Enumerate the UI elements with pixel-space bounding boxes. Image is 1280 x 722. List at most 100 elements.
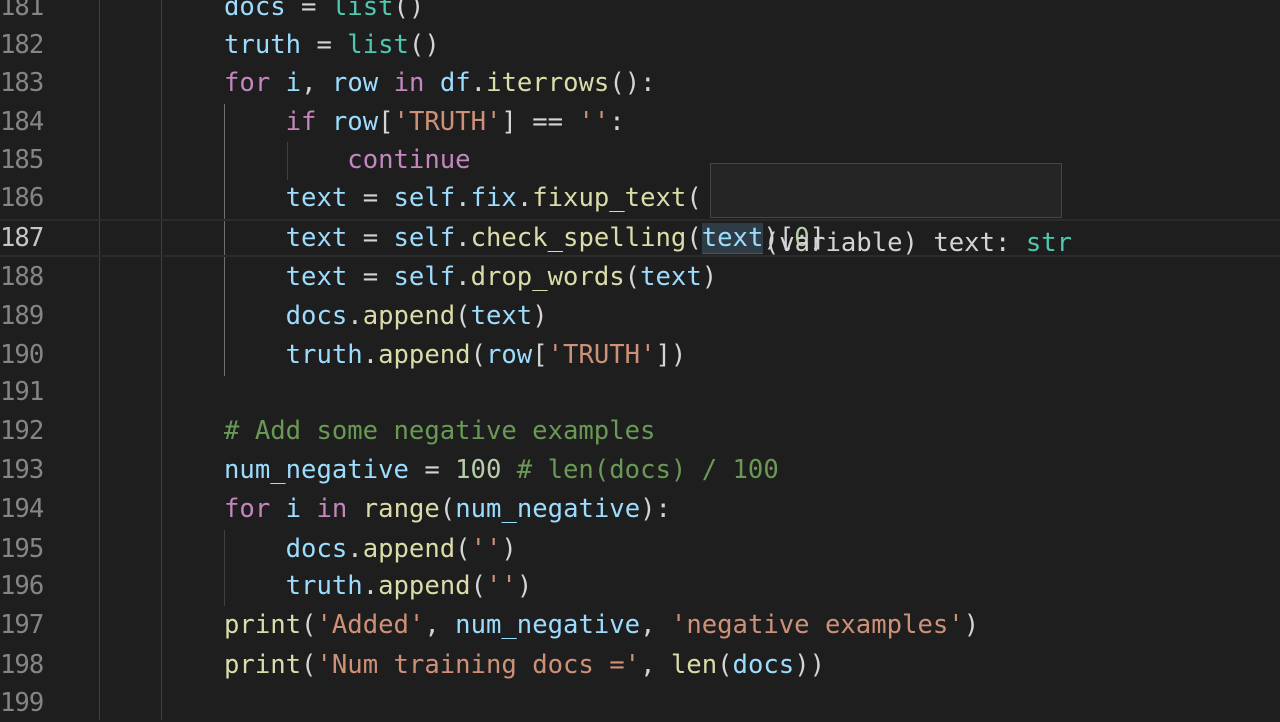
code-token: () bbox=[408, 30, 440, 60]
code-token: append bbox=[362, 534, 456, 564]
code-token: ( bbox=[686, 183, 702, 213]
code-line[interactable]: 197 print('Added', num_negative, 'negativ… bbox=[0, 606, 1280, 644]
code-text[interactable]: # Add some negative examples bbox=[224, 412, 655, 450]
line-number: 191 bbox=[0, 377, 44, 407]
code-token: = bbox=[347, 223, 394, 253]
code-text[interactable]: text = self.fix.fixup_text( bbox=[224, 179, 702, 217]
code-text[interactable]: for i, row in df.iterrows(): bbox=[224, 64, 656, 102]
code-text[interactable]: continue bbox=[224, 141, 471, 179]
code-token: print bbox=[224, 650, 302, 680]
code-token: fix bbox=[470, 183, 517, 213]
code-text[interactable]: print('Num training docs =', len(docs)) bbox=[224, 646, 825, 684]
code-line[interactable]: 195 docs.append('') bbox=[0, 530, 1280, 568]
hover-name: text bbox=[933, 228, 995, 258]
code-line[interactable]: 187 text = self.check_spelling(text)[0] bbox=[0, 219, 1280, 257]
code-token: for bbox=[224, 68, 271, 98]
code-token: = bbox=[285, 0, 332, 22]
code-token: . bbox=[362, 340, 379, 370]
code-text[interactable]: truth = list() bbox=[224, 26, 440, 64]
code-text[interactable]: docs = list() bbox=[224, 0, 424, 26]
code-token: append bbox=[378, 340, 471, 370]
code-token: fixup_text bbox=[532, 183, 687, 213]
code-token: drop_words bbox=[470, 262, 625, 292]
code-line[interactable]: 193 num_negative = 100 # len(docs) / 100 bbox=[0, 451, 1280, 489]
code-token: = bbox=[347, 183, 394, 213]
code-text[interactable]: if row['TRUTH'] == '': bbox=[224, 103, 625, 141]
code-line[interactable]: 181 docs = list() bbox=[0, 0, 1280, 26]
code-line[interactable]: 191 bbox=[0, 373, 1280, 411]
code-token: row bbox=[331, 68, 379, 98]
hover-kind: (variable) bbox=[763, 228, 918, 258]
code-line[interactable]: 184 if row['TRUTH'] == '': bbox=[0, 103, 1280, 141]
code-token: ): bbox=[640, 494, 671, 524]
code-token: truth bbox=[285, 340, 363, 370]
code-token: num_negative bbox=[455, 610, 641, 640]
code-token: ( bbox=[455, 534, 471, 564]
code-token: i bbox=[285, 68, 302, 98]
code-text[interactable]: docs.append('') bbox=[224, 530, 517, 568]
line-number: 198 bbox=[0, 650, 44, 680]
code-line[interactable]: 189 docs.append(text) bbox=[0, 297, 1280, 335]
code-token: ( bbox=[717, 650, 733, 680]
code-line[interactable]: 186 text = self.fix.fixup_text( bbox=[0, 179, 1280, 217]
code-line[interactable]: 182 truth = list() bbox=[0, 26, 1280, 64]
code-line[interactable]: 194 for i in range(num_negative): bbox=[0, 490, 1280, 528]
code-line[interactable]: 199 bbox=[0, 684, 1280, 722]
code-text[interactable]: docs.append(text) bbox=[224, 297, 548, 335]
code-token: (): bbox=[609, 68, 656, 98]
code-token: ( bbox=[455, 301, 471, 331]
code-token: . bbox=[455, 223, 471, 253]
code-token: . bbox=[516, 183, 533, 213]
code-text[interactable]: text = self.drop_words(text) bbox=[224, 258, 718, 296]
code-text[interactable]: print('Added', num_negative, 'negative e… bbox=[224, 606, 979, 644]
code-line[interactable]: 198 print('Num training docs =', len(docs… bbox=[0, 646, 1280, 684]
code-token: for bbox=[224, 494, 271, 524]
line-number: 192 bbox=[0, 416, 44, 446]
code-token: continue bbox=[347, 145, 471, 175]
line-number: 183 bbox=[0, 68, 44, 98]
code-token: print bbox=[224, 610, 302, 640]
code-token: ) bbox=[963, 610, 980, 640]
code-line[interactable]: 185 continue bbox=[0, 141, 1280, 179]
hover-tooltip: (variable) text: str bbox=[710, 163, 1072, 258]
code-token: 'TRUTH' bbox=[547, 340, 656, 370]
code-line[interactable]: 192 # Add some negative examples bbox=[0, 412, 1280, 450]
code-token: 'Num training docs =' bbox=[316, 650, 641, 680]
code-token: ( bbox=[470, 571, 486, 601]
hover-type: str bbox=[1025, 228, 1073, 258]
code-text[interactable]: truth.append(row['TRUTH']) bbox=[224, 336, 687, 374]
code-line[interactable]: 190 truth.append(row['TRUTH']) bbox=[0, 336, 1280, 374]
code-token: text bbox=[285, 183, 348, 213]
code-text[interactable]: for i in range(num_negative): bbox=[224, 490, 671, 528]
code-token: , bbox=[640, 650, 671, 680]
code-token: # Add some negative examples bbox=[224, 416, 656, 446]
code-token: 'Added' bbox=[316, 610, 425, 640]
code-token: row bbox=[485, 340, 533, 370]
line-number: 196 bbox=[0, 571, 44, 601]
code-token: , bbox=[301, 68, 332, 98]
code-token: ) bbox=[501, 534, 517, 564]
code-token: '' bbox=[485, 571, 517, 601]
code-text[interactable]: truth.append('') bbox=[224, 567, 533, 605]
code-token: 'TRUTH' bbox=[393, 107, 502, 137]
code-token: text bbox=[285, 262, 348, 292]
code-token: '' bbox=[470, 534, 502, 564]
code-editor[interactable]: 181 docs = list() 182 truth = list() 183 for … bbox=[0, 0, 1280, 720]
code-line[interactable]: 196 truth.append('') bbox=[0, 567, 1280, 605]
line-number: 197 bbox=[0, 610, 44, 640]
code-text[interactable]: num_negative = 100 # len(docs) / 100 bbox=[224, 451, 779, 489]
code-token: i bbox=[285, 494, 302, 524]
line-number: 187 bbox=[0, 223, 44, 253]
line-number: 182 bbox=[0, 30, 44, 60]
code-token: ( bbox=[301, 610, 317, 640]
line-number: 188 bbox=[0, 262, 44, 292]
code-token: docs bbox=[285, 534, 348, 564]
code-token: ( bbox=[686, 223, 702, 253]
code-line[interactable]: 183 for i, row in df.iterrows(): bbox=[0, 64, 1280, 102]
code-line[interactable]: 188 text = self.drop_words(text) bbox=[0, 258, 1280, 296]
